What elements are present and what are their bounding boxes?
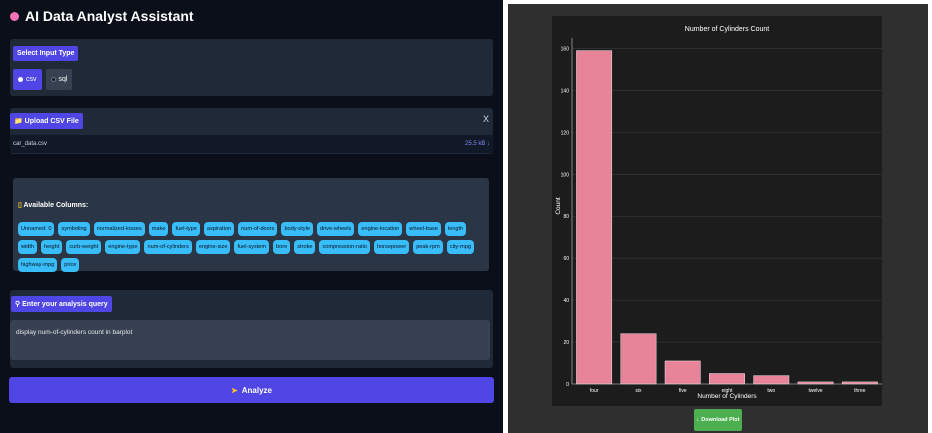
analyze-label: Analyze — [241, 385, 272, 395]
column-tag: width — [18, 240, 38, 254]
x-tick-label: twelve — [808, 388, 822, 394]
upload-csv-label: Upload CSV File — [24, 118, 79, 125]
column-tag: symboling — [58, 222, 90, 236]
column-tags: Unnamed: 0 symboling normalized-losses make… — [18, 222, 478, 272]
radio-csv[interactable]: csv — [13, 69, 42, 90]
bar-two — [753, 375, 790, 385]
y-tick-label: 40 — [563, 298, 569, 304]
analyst-app: AI Data Analyst Assistant Select Input T… — [0, 0, 503, 433]
chart-title: Number of Cylinders Count — [685, 26, 769, 33]
input-type-radio-group: csv sql — [13, 69, 73, 90]
file-name[interactable]: car_data.csv — [13, 141, 47, 147]
y-tick-label: 140 — [561, 88, 570, 94]
folder-icon: 📁 — [14, 118, 25, 125]
bar-four — [576, 50, 613, 385]
bar-twelve — [797, 381, 834, 385]
bar-six — [620, 333, 657, 385]
y-tick-label: 80 — [563, 214, 569, 220]
column-tag: curb-weight — [66, 240, 102, 254]
y-tick-label: 120 — [561, 130, 570, 136]
bar-three — [841, 381, 878, 385]
radio-csv-label: csv — [26, 76, 37, 83]
x-tick-label: five — [679, 388, 687, 394]
app-title-text: AI Data Analyst Assistant — [25, 8, 194, 24]
input-type-panel — [10, 39, 493, 96]
query-label-text: Enter your analysis query — [22, 301, 108, 308]
plot-viewer: Number of Cylinders Count Number of Cyli… — [508, 4, 928, 433]
column-tag: price — [61, 258, 80, 272]
column-tag: aspiration — [203, 222, 235, 236]
chart-bars — [576, 50, 878, 385]
column-tag: stroke — [294, 240, 316, 254]
column-tag: horsepower — [373, 240, 410, 254]
column-tag: fuel-type — [172, 222, 200, 236]
column-tag: engine-size — [195, 240, 231, 254]
chart-grid — [572, 48, 882, 385]
query-input[interactable]: display num-of-cylinders count in barplo… — [10, 320, 490, 360]
column-tag: num-of-doors — [238, 222, 278, 236]
upload-csv-button[interactable]: 📁 Upload CSV File — [10, 113, 83, 129]
column-tag: height — [41, 240, 63, 254]
y-tick-label: 0 — [566, 382, 569, 388]
radio-sql-label: sql — [58, 76, 68, 83]
column-tag: fuel-system — [234, 240, 270, 254]
column-tag: drive-wheels — [316, 222, 355, 236]
column-tag: body-style — [281, 222, 313, 236]
y-tick-label: 100 — [561, 172, 570, 178]
download-icon: ↓ — [696, 417, 700, 423]
column-tag: bore — [273, 240, 291, 254]
radio-unselected-icon — [50, 77, 56, 82]
column-tag: normalized-losses — [93, 222, 145, 236]
column-tag: highway-mpg — [18, 258, 58, 272]
file-size-download[interactable]: 25.5 kB ↓ — [465, 141, 490, 147]
bar-chart: Number of Cylinders Count Number of Cyli… — [555, 26, 882, 400]
chart-icon: ▯ — [18, 202, 22, 209]
column-tag: num-of-cylinders — [144, 240, 192, 254]
chart-ylabel: Count — [555, 197, 562, 215]
app-title: AI Data Analyst Assistant — [10, 8, 194, 24]
column-tag: engine-type — [105, 240, 141, 254]
radio-selected-icon — [18, 77, 23, 82]
x-tick-label: two — [767, 388, 775, 394]
input-type-label: Select Input Type — [13, 46, 79, 61]
chart-panel: Number of Cylinders Count Number of Cyli… — [552, 16, 882, 406]
column-tag: wheel-base — [406, 222, 441, 236]
x-tick-label: three — [854, 388, 866, 394]
column-tag: Unnamed: 0 — [18, 222, 55, 236]
close-icon[interactable]: X — [483, 114, 489, 124]
y-tick-label: 20 — [563, 340, 569, 346]
query-label: ⚲ Enter your analysis query — [11, 296, 112, 312]
y-tick-label: 60 — [563, 256, 569, 262]
x-tick-label: four — [590, 388, 599, 394]
radio-sql[interactable]: sql — [45, 69, 73, 90]
y-tick-label: 160 — [561, 46, 570, 52]
column-tag: make — [148, 222, 169, 236]
column-tag: city-mpg — [446, 240, 474, 254]
download-label: Download Plot — [701, 417, 740, 423]
bar-eight — [709, 373, 745, 385]
uploaded-file-row: car_data.csv 25.5 kB ↓ — [10, 135, 493, 153]
analyze-button[interactable]: ➤ Analyze — [9, 377, 494, 403]
bar-five — [664, 360, 701, 385]
download-plot-button[interactable]: ↓ Download Plot — [694, 409, 742, 431]
chart-xlabel: Number of Cylinders — [697, 393, 757, 400]
rocket-icon: ➤ — [231, 385, 238, 395]
x-tick-label: six — [635, 388, 642, 394]
x-tick-label: eight — [722, 388, 733, 394]
columns-label-text: Available Columns: — [23, 202, 89, 209]
column-tag: peak-rpm — [413, 240, 443, 254]
brain-icon — [10, 11, 19, 21]
column-tag: compression-ratio — [319, 240, 370, 254]
columns-label: ▯ Available Columns: — [18, 201, 88, 209]
column-tag: length — [444, 222, 467, 236]
column-tag: engine-location — [358, 222, 403, 236]
